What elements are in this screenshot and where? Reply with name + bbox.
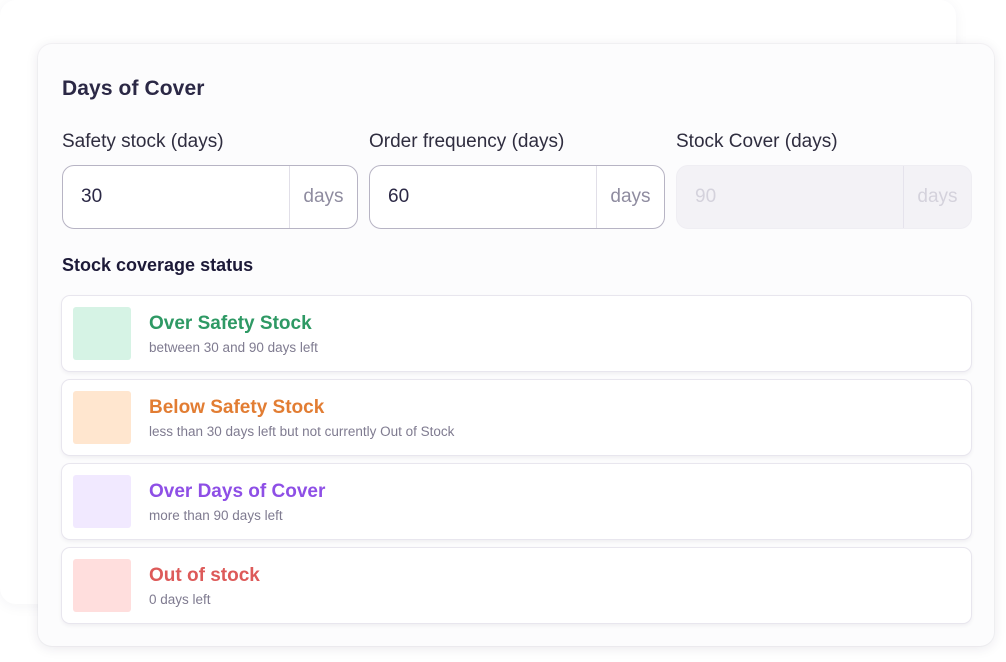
status-description: between 30 and 90 days left [149,340,318,355]
coverage-status-title: Stock coverage status [62,255,254,275]
stock-cover-field: Stock Cover (days) 90 days [676,130,972,229]
status-description: less than 30 days left but not currently… [149,424,455,439]
status-color-swatch [73,391,131,444]
status-over-days-of-cover: Over Days of Cover more than 90 days lef… [62,464,971,539]
status-name: Out of stock [149,565,260,586]
safety-stock-label: Safety stock (days) [62,131,224,152]
stock-cover-label: Stock Cover (days) [676,131,838,152]
stock-cover-unit: days [917,186,958,207]
status-out-of-stock: Out of stock 0 days left [62,548,971,623]
status-below-safety-stock: Below Safety Stock less than 30 days lef… [62,380,971,455]
status-color-swatch [73,307,131,360]
stock-cover-value: 90 [677,166,904,228]
stock-cover-input: 90 days [676,165,972,229]
days-of-cover-card: Days of Cover Safety stock (days) 30 day… [38,44,994,646]
order-frequency-value[interactable]: 60 [370,166,597,228]
safety-stock-field: Safety stock (days) 30 days [62,130,358,229]
order-frequency-unit: days [610,186,651,207]
status-description: more than 90 days left [149,508,283,523]
order-frequency-input[interactable]: 60 days [369,165,665,229]
status-over-safety-stock: Over Safety Stock between 30 and 90 days… [62,296,971,371]
order-frequency-field: Order frequency (days) 60 days [369,130,665,229]
card-title: Days of Cover [62,77,205,100]
safety-stock-value[interactable]: 30 [63,166,290,228]
order-frequency-label: Order frequency (days) [369,131,565,152]
status-name: Over Days of Cover [149,481,326,502]
safety-stock-unit: days [303,186,344,207]
status-name: Below Safety Stock [149,397,325,418]
safety-stock-input[interactable]: 30 days [62,165,358,229]
status-color-swatch [73,559,131,612]
status-name: Over Safety Stock [149,313,312,334]
status-description: 0 days left [149,592,211,607]
status-color-swatch [73,475,131,528]
coverage-status-list: Over Safety Stock between 30 and 90 days… [62,296,971,632]
